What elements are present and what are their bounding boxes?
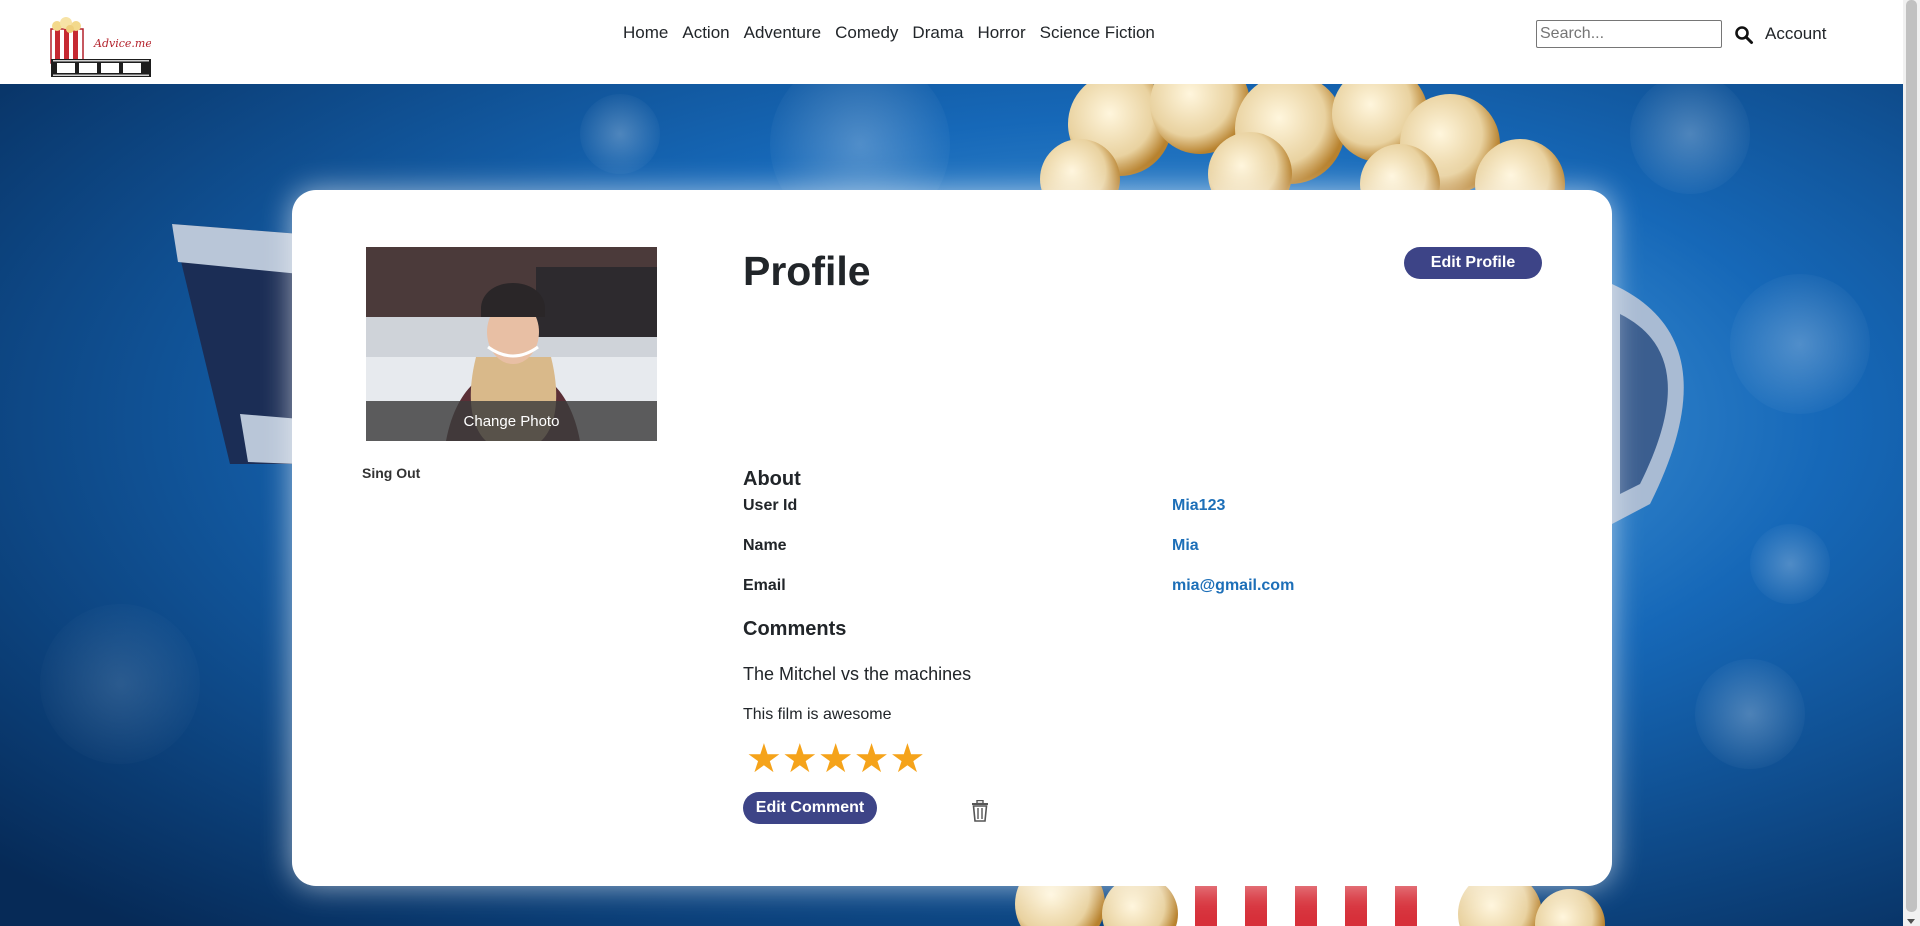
nav-link-science-fiction[interactable]: Science Fiction [1033,22,1162,44]
nav-link-comedy[interactable]: Comedy [828,22,905,44]
star-icon: ★ [853,737,890,781]
page-title: Profile [743,248,871,294]
comment-text: This film is awesome [743,706,892,723]
nav-link-adventure[interactable]: Adventure [737,22,829,44]
comment-movie-title: The Mitchel vs the machines [743,664,972,684]
search-input[interactable] [1536,20,1722,48]
svg-text:Advice.me: Advice.me [93,37,151,50]
about-heading: About [743,468,801,490]
nav-link-drama[interactable]: Drama [905,22,970,44]
star-icon: ★ [781,737,818,781]
search-icon[interactable] [1734,25,1754,45]
profile-photo: Change Photo [366,247,657,441]
main-nav: Home Action Adventure Comedy Drama Horro… [616,22,1162,44]
scrollbar-thumb[interactable] [1906,0,1917,912]
page-scrollbar[interactable] [1903,0,1920,926]
email-label: Email [743,577,786,594]
trash-icon[interactable] [970,800,990,822]
nav-link-horror[interactable]: Horror [970,22,1032,44]
top-navbar: Advice.me Home Action Adventure Comedy D… [0,0,1903,84]
nav-link-home[interactable]: Home [616,22,675,44]
user-id-value: Mia123 [1172,497,1226,514]
nav-link-action[interactable]: Action [675,22,736,44]
edit-comment-button[interactable]: Edit Comment [743,792,877,824]
change-photo-button[interactable]: Change Photo [366,401,657,441]
star-rating: ★ ★ ★ ★ ★ [746,739,925,779]
site-logo[interactable]: Advice.me [49,17,151,79]
star-icon: ★ [746,737,782,781]
email-value: mia@gmail.com [1172,577,1295,594]
name-label: Name [743,537,787,554]
user-id-label: User Id [743,497,798,514]
star-icon: ★ [817,737,854,781]
scroll-down-arrow-icon[interactable] [1907,919,1915,924]
name-value: Mia [1172,537,1199,554]
comments-heading: Comments [743,618,847,640]
account-link[interactable]: Account [1765,24,1826,44]
star-icon: ★ [889,737,926,781]
edit-profile-button[interactable]: Edit Profile [1404,247,1542,279]
profile-card: Change Photo Sing Out Profile Edit Profi… [292,190,1612,886]
sign-out-link[interactable]: Sing Out [362,465,420,481]
